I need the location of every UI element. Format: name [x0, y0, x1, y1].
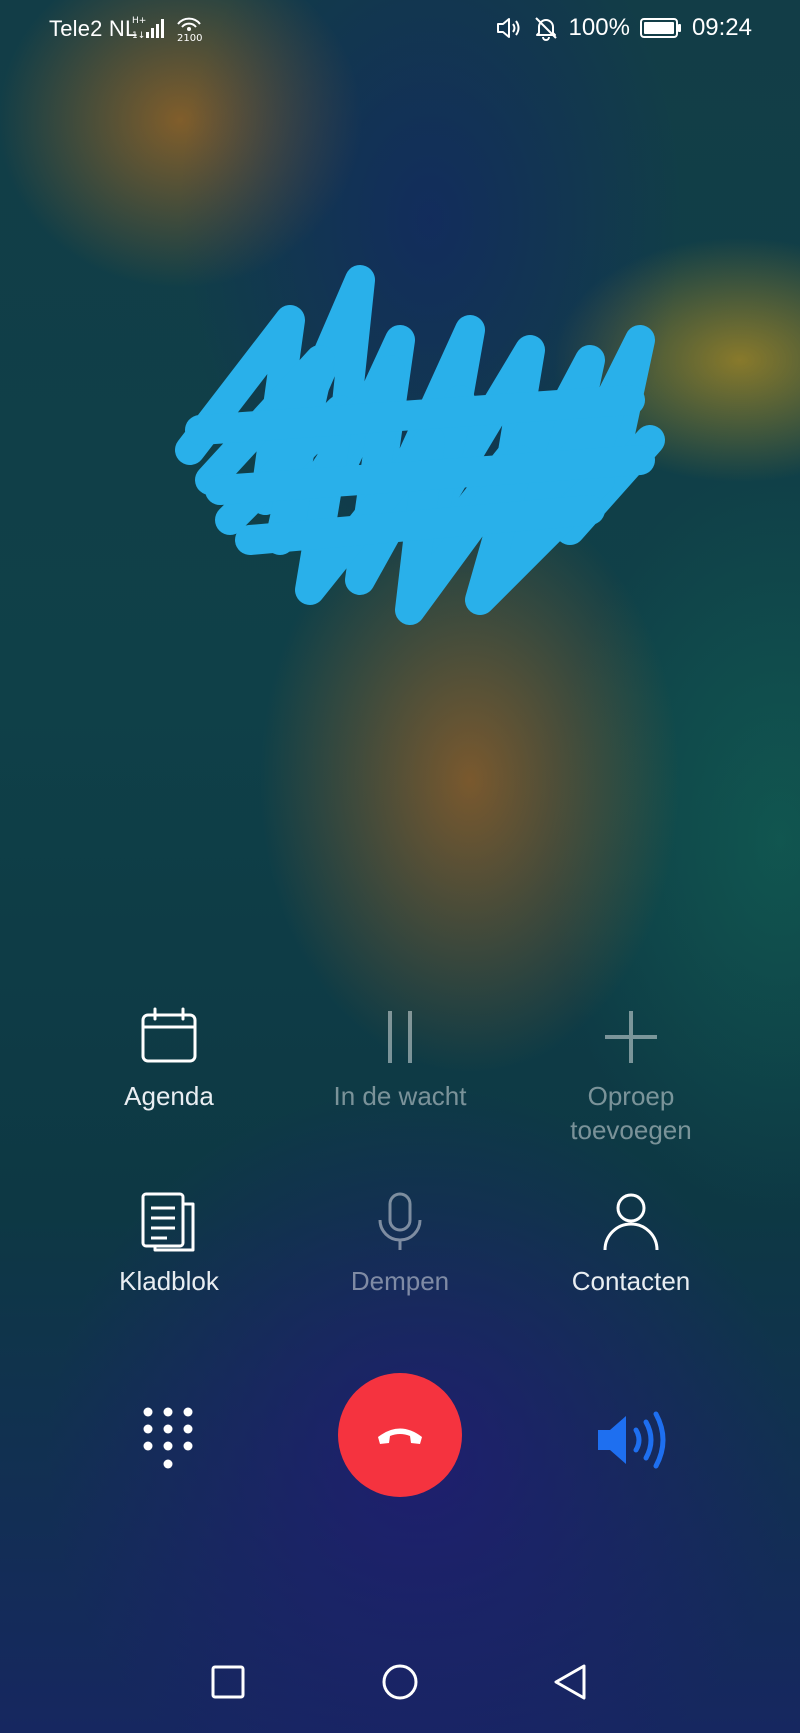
notepad-label: Kladblok: [119, 1266, 219, 1296]
add-call-label-line1: Oproep: [587, 1081, 675, 1111]
plus-icon: [605, 1011, 657, 1063]
microphone-icon: [378, 1192, 422, 1250]
speaker-icon[interactable]: [594, 1410, 666, 1470]
hang-up-icon: [378, 1428, 422, 1444]
mute-button[interactable]: Dempen: [290, 1190, 510, 1298]
call-controls: Agenda In de wacht Oproep toevoegen Klad…: [0, 0, 800, 1733]
pause-icon: [388, 1011, 412, 1063]
in-call-screen: Tele2 NL H+ 1↓ 2100 100% 09:24 Agenda In…: [0, 0, 800, 1733]
contacts-button[interactable]: Contacten: [521, 1190, 741, 1298]
hold-button[interactable]: In de wacht: [290, 1005, 510, 1113]
mute-label: Dempen: [350, 1266, 450, 1296]
end-call-button[interactable]: [338, 1373, 462, 1497]
home-icon[interactable]: [378, 1660, 422, 1704]
notes-icon: [141, 1192, 195, 1252]
recents-icon[interactable]: [206, 1660, 250, 1704]
notepad-button[interactable]: Kladblok: [59, 1190, 279, 1298]
add-call-label: Oproep toevoegen: [521, 1079, 741, 1147]
contacts-label: Contacten: [571, 1266, 691, 1296]
person-icon: [603, 1193, 659, 1251]
navigation-bar: [0, 1650, 800, 1733]
agenda-button[interactable]: Agenda: [59, 1005, 279, 1113]
back-icon[interactable]: [548, 1660, 592, 1704]
add-call-label-line2: toevoegen: [570, 1115, 692, 1145]
agenda-label: Agenda: [124, 1081, 214, 1111]
add-call-button[interactable]: Oproep toevoegen: [521, 1005, 741, 1147]
hold-label: In de wacht: [333, 1081, 467, 1111]
calendar-icon: [141, 1007, 197, 1063]
dialpad-icon[interactable]: [140, 1404, 196, 1484]
